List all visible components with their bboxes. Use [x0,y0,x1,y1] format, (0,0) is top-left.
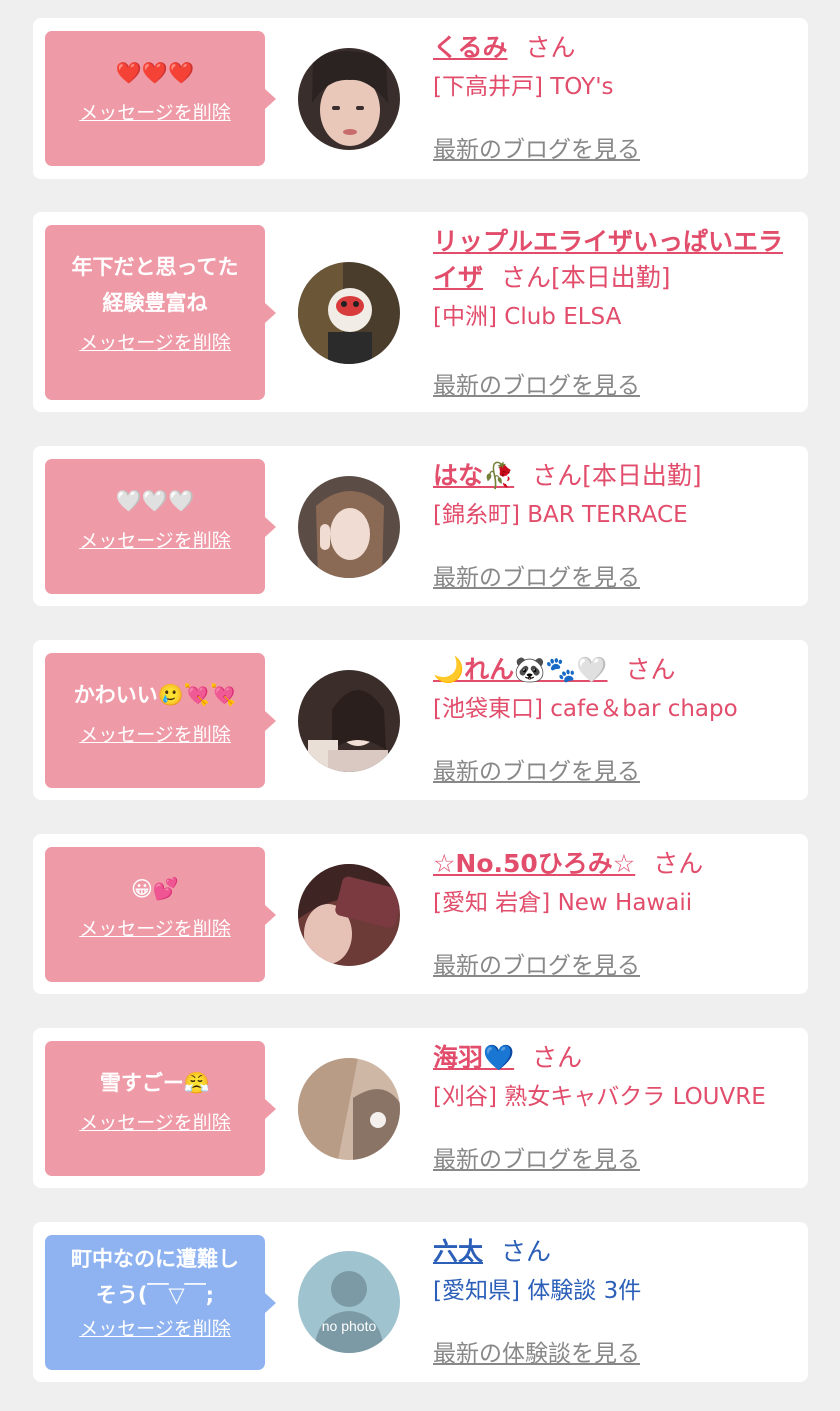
name-line: 六太 さん [433,1234,798,1270]
name-line: リップルエライザいっぱいエライザ さん[本日出勤] [433,224,793,296]
name-suffix: さん [625,655,676,684]
reviewer-name-link[interactable]: 六太 [433,1237,483,1266]
message-bubble: かわいい🥲💘💘 メッセージを削除 [45,653,276,788]
name-line: くるみ さん [433,30,798,66]
latest-blog-link[interactable]: 最新のブログを見る [433,558,640,592]
card-info: リップルエライザいっぱいエライザ さん[本日出勤] [中洲] Club ELSA … [433,224,798,404]
name-line: 🌙れん🐼🐾🤍 さん [433,652,798,688]
message-bubble: ❤️❤️❤️ メッセージを削除 [45,31,276,166]
girl-name-link[interactable]: ☆No.50ひろみ☆ [433,849,635,878]
card-info: はな🥀 さん[本日出勤] [錦糸町] BAR TERRACE 最新のブログを見る [433,458,798,598]
card-info: 🌙れん🐼🐾🤍 さん [池袋東口] cafe＆bar chapo 最新のブログを見る [433,652,798,792]
shop-label: [愛知 岩倉] New Hawaii [433,890,693,916]
name-suffix: さん [501,1237,552,1266]
card-info: 六太 さん [愛知県] 体験談 3件 最新の体験談を見る [433,1234,798,1374]
latest-blog-link[interactable]: 最新のブログを見る [433,946,640,980]
card-info: ☆No.50ひろみ☆ さん [愛知 岩倉] New Hawaii 最新のブログを見… [433,846,798,986]
message-card: 年下だと思ってた 経験豊富ね メッセージを削除 リップルエライザいっぱいエライザ… [33,212,808,412]
delete-message-link[interactable]: メッセージを削除 [53,721,257,749]
message-card: かわいい🥲💘💘 メッセージを削除 🌙れん🐼🐾🤍 さん [池袋東口] cafe＆ba… [33,640,808,800]
message-card: ❤️❤️❤️ メッセージを削除 くるみ さん [下高井戸] TOY's 最新のブロ… [33,18,808,179]
message-bubble: 雪すごー😤 メッセージを削除 [45,1041,276,1176]
delete-message-link[interactable]: メッセージを削除 [53,1315,257,1343]
delete-message-link[interactable]: メッセージを削除 [53,915,257,943]
message-text: ❤️❤️❤️ [115,61,195,85]
message-bubble: 年下だと思ってた 経験豊富ね メッセージを削除 [45,225,276,400]
girl-name-link[interactable]: くるみ [433,33,508,62]
message-list: ❤️❤️❤️ メッセージを削除 くるみ さん [下高井戸] TOY's 最新のブロ… [0,0,840,1411]
card-info: くるみ さん [下高井戸] TOY's 最新のブログを見る [433,30,798,170]
avatar[interactable] [298,1058,400,1160]
name-suffix: さん [525,33,576,62]
card-info: 海羽💙 さん [刈谷] 熟女キャバクラ LOUVRE 最新のブログを見る [433,1040,798,1180]
review-count-label: [愛知県] 体験談 3件 [433,1278,642,1304]
message-text: 雪すごー😤 [99,1071,211,1095]
delete-message-link[interactable]: メッセージを削除 [53,329,257,357]
message-card: 🤍🤍🤍 メッセージを削除 はな🥀 さん[本日出勤] [錦糸町] BAR TERRA… [33,446,808,606]
avatar[interactable] [298,476,400,578]
shop-label: [刈谷] 熟女キャバクラ LOUVRE [433,1084,766,1110]
name-suffix: さん [532,1043,583,1072]
message-text: 町中なのに遭難し そう(￣▽￣; [71,1247,239,1307]
message-bubble: 町中なのに遭難し そう(￣▽￣; メッセージを削除 [45,1235,276,1370]
shop-label: [下高井戸] TOY's [433,74,614,100]
delete-message-link[interactable]: メッセージを削除 [53,527,257,555]
message-bubble: 🤍🤍🤍 メッセージを削除 [45,459,276,594]
name-line: 海羽💙 さん [433,1040,798,1076]
girl-name-link[interactable]: 🌙れん🐼🐾🤍 [433,655,608,684]
avatar[interactable] [298,864,400,966]
delete-message-link[interactable]: メッセージを削除 [53,1109,257,1137]
girl-name-link[interactable]: 海羽💙 [433,1043,514,1072]
latest-blog-link[interactable]: 最新のブログを見る [433,1140,640,1174]
name-suffix: さん[本日出勤] [501,263,671,292]
avatar[interactable] [298,48,400,150]
avatar[interactable] [298,670,400,772]
message-card: 雪すごー😤 メッセージを削除 海羽💙 さん [刈谷] 熟女キャバクラ LOUVRE… [33,1028,808,1188]
name-suffix: さん[本日出勤] [532,461,702,490]
shop-label: [池袋東口] cafe＆bar chapo [433,696,738,722]
girl-name-link[interactable]: はな🥀 [433,461,514,490]
delete-message-link[interactable]: メッセージを削除 [53,99,257,127]
message-text: かわいい🥲💘💘 [73,683,237,707]
no-photo-text: no photo [322,1318,377,1334]
message-text: 😀💕 [130,877,180,901]
name-line: ☆No.50ひろみ☆ さん [433,846,798,882]
latest-blog-link[interactable]: 最新のブログを見る [433,366,640,400]
message-bubble: 😀💕 メッセージを削除 [45,847,276,982]
latest-review-link[interactable]: 最新の体験談を見る [433,1334,640,1368]
latest-blog-link[interactable]: 最新のブログを見る [433,752,640,786]
message-text: 年下だと思ってた 経験豊富ね [71,255,239,315]
shop-label: [錦糸町] BAR TERRACE [433,502,688,528]
avatar[interactable]: no photo [298,1251,400,1353]
message-text: 🤍🤍🤍 [115,489,195,513]
name-suffix: さん [653,849,704,878]
latest-blog-link[interactable]: 最新のブログを見る [433,130,640,164]
message-card: 町中なのに遭難し そう(￣▽￣; メッセージを削除 no photo 六太 さん … [33,1222,808,1382]
message-card: 😀💕 メッセージを削除 ☆No.50ひろみ☆ さん [愛知 岩倉] New Haw… [33,834,808,994]
shop-label: [中洲] Club ELSA [433,304,622,330]
avatar[interactable] [298,262,400,364]
name-line: はな🥀 さん[本日出勤] [433,458,798,494]
